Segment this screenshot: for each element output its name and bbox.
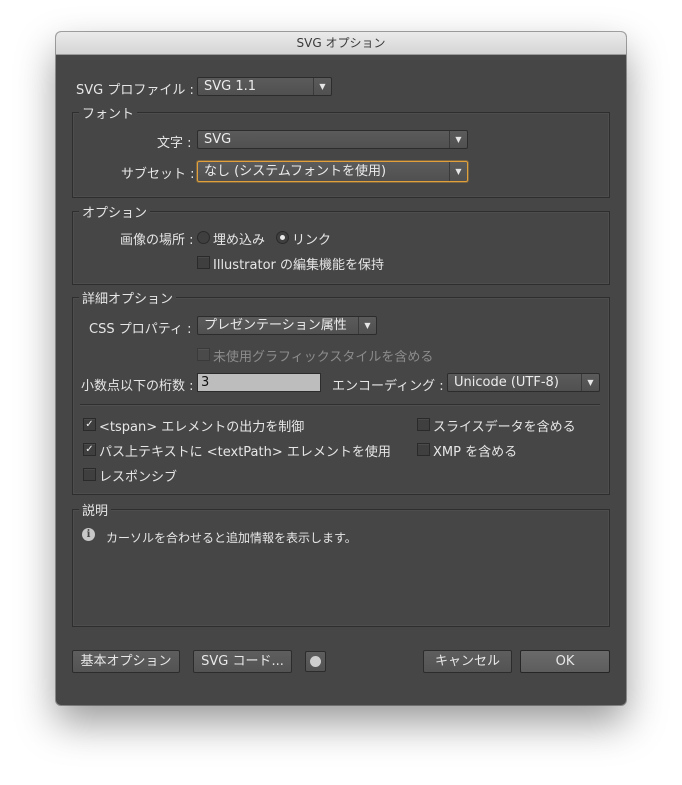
ok-button[interactable]: OK	[520, 650, 610, 673]
include-unused-styles-checkbox[interactable]	[197, 348, 210, 361]
slice-data-checkbox[interactable]	[417, 418, 430, 431]
font-type-select[interactable]: SVG ▼	[197, 130, 468, 149]
css-properties-label: CSS プロパティ :	[89, 322, 192, 337]
profile-value: SVG 1.1	[204, 79, 257, 94]
slice-data-label: スライスデータを含める	[433, 420, 576, 435]
font-type-value: SVG	[204, 132, 232, 147]
responsive-checkbox[interactable]	[83, 468, 96, 481]
tspan-label: <tspan> エレメントの出力を制御	[99, 420, 305, 435]
cancel-button[interactable]: キャンセル	[423, 650, 512, 673]
tspan-checkbox[interactable]: ✓	[83, 418, 96, 431]
encoding-label: エンコーディング :	[332, 379, 444, 394]
xmp-label: XMP を含める	[433, 445, 518, 460]
encoding-value: Unicode (UTF-8)	[454, 375, 559, 390]
description-text: カーソルを合わせると追加情報を表示します。	[106, 531, 357, 545]
link-label: リンク	[292, 233, 332, 248]
svg-options-dialog: SVG オプション SVG プロファイル : SVG 1.1 ▼ フォント 文字…	[56, 32, 626, 705]
basic-options-button[interactable]: 基本オプション	[72, 650, 180, 673]
textpath-label: パス上テキストに <textPath> エレメントを使用	[99, 445, 391, 460]
advanced-group-title: 詳細オプション	[79, 288, 177, 307]
description-group-title: 説明	[79, 500, 112, 519]
responsive-label: レスポンシブ	[99, 470, 178, 485]
chevron-down-icon: ▼	[449, 162, 467, 181]
font-subset-label: サブセット :	[121, 167, 195, 182]
font-subset-select[interactable]: なし (システムフォントを使用) ▼	[197, 161, 468, 182]
font-subset-value: なし (システムフォントを使用)	[204, 164, 387, 179]
svg-code-button[interactable]: SVG コード...	[193, 650, 292, 673]
chevron-down-icon: ▼	[449, 131, 467, 148]
globe-icon[interactable]	[305, 651, 326, 672]
profile-select[interactable]: SVG 1.1 ▼	[197, 77, 332, 96]
profile-label: SVG プロファイル :	[76, 83, 194, 98]
embed-radio[interactable]	[197, 231, 210, 244]
font-group-title: フォント	[79, 103, 138, 122]
check-mark-icon: ✓	[85, 419, 94, 430]
info-icon: i	[82, 528, 95, 541]
options-group-title: オプション	[79, 202, 151, 221]
include-unused-styles-label: 未使用グラフィックスタイルを含める	[213, 350, 434, 365]
advanced-divider	[80, 404, 600, 405]
xmp-checkbox[interactable]	[417, 443, 430, 456]
embed-label: 埋め込み	[213, 233, 266, 248]
css-properties-value: プレゼンテーション属性	[204, 318, 347, 333]
chevron-down-icon: ▼	[313, 78, 331, 95]
preserve-editing-checkbox[interactable]	[197, 256, 210, 269]
decimal-places-input[interactable]: 3	[197, 373, 321, 392]
dialog-title: SVG オプション	[56, 32, 626, 55]
image-location-label: 画像の場所 :	[120, 233, 194, 248]
textpath-checkbox[interactable]: ✓	[83, 443, 96, 456]
encoding-select[interactable]: Unicode (UTF-8) ▼	[447, 373, 600, 392]
css-properties-select[interactable]: プレゼンテーション属性 ▼	[197, 316, 377, 335]
font-group	[72, 112, 610, 198]
check-mark-icon: ✓	[85, 444, 94, 455]
link-radio[interactable]	[276, 231, 289, 244]
chevron-down-icon: ▼	[358, 317, 376, 334]
font-type-label: 文字 :	[157, 136, 192, 151]
preserve-editing-label: Illustrator の編集機能を保持	[213, 258, 385, 273]
chevron-down-icon: ▼	[581, 374, 599, 391]
decimal-places-label: 小数点以下の桁数 :	[81, 379, 194, 394]
options-group	[72, 211, 610, 285]
description-group	[72, 509, 610, 627]
